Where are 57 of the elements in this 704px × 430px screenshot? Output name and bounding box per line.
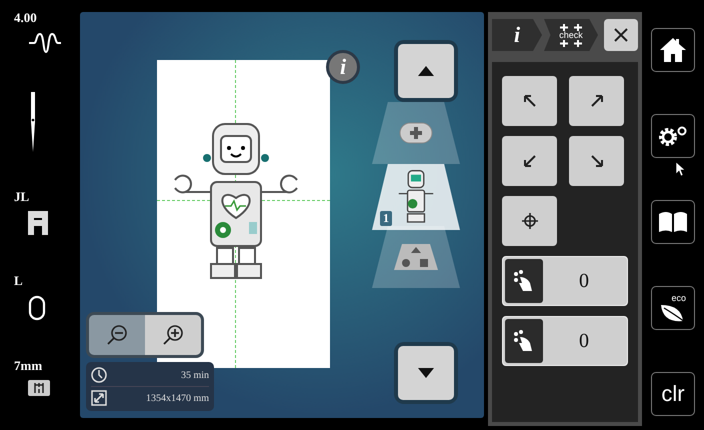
setting-value: 4.00 xyxy=(14,10,37,26)
layer-tab[interactable]: 1 xyxy=(372,164,460,230)
move-button[interactable] xyxy=(502,136,557,186)
setting-value: L xyxy=(14,272,23,288)
layer-number: 1 xyxy=(380,211,392,226)
crosshair-icon xyxy=(520,212,538,230)
check-tab[interactable]: check xyxy=(544,19,598,51)
value-field[interactable]: 0 xyxy=(502,316,628,366)
design-size: 1354x1470 mm xyxy=(146,392,209,404)
zoom-out-icon xyxy=(106,324,128,346)
presser-foot-icon[interactable] xyxy=(28,211,48,235)
leaf-icon xyxy=(660,302,686,322)
value-field[interactable]: 0 xyxy=(502,256,628,306)
down-triangle-icon xyxy=(418,368,434,378)
thread-tension-icon[interactable] xyxy=(28,32,62,54)
setting-value: 7mm xyxy=(14,358,42,374)
scroll-up-button[interactable] xyxy=(398,44,454,98)
close-button[interactable] xyxy=(604,19,638,51)
book-button[interactable] xyxy=(651,200,695,244)
move-button[interactable] xyxy=(569,76,624,126)
eco-button[interactable]: eco xyxy=(651,286,695,330)
shapes-icon xyxy=(394,244,438,270)
add-icon xyxy=(399,122,433,144)
crosshair-icon xyxy=(560,24,582,30)
home-icon xyxy=(659,37,687,63)
zoom-out-button[interactable] xyxy=(89,315,145,355)
arrow-icon xyxy=(590,94,604,108)
clear-button[interactable]: clr xyxy=(651,372,695,416)
scroll-down-button[interactable] xyxy=(398,346,454,400)
resize-icon xyxy=(91,390,107,406)
embroidery-area[interactable] xyxy=(157,60,330,368)
mouse-cursor-icon xyxy=(676,162,686,176)
up-triangle-icon xyxy=(418,66,434,76)
arrow-icon xyxy=(590,154,604,168)
arrow-icon xyxy=(522,154,536,168)
arrow-icon xyxy=(522,94,536,108)
center-button[interactable] xyxy=(502,196,557,246)
clock-icon xyxy=(91,367,107,383)
eco-label: eco xyxy=(671,294,686,302)
info-tab[interactable]: i xyxy=(492,19,542,51)
settings-button[interactable] xyxy=(651,114,695,158)
setting-value: JL xyxy=(14,189,30,205)
move-button[interactable] xyxy=(502,76,557,126)
move-button[interactable] xyxy=(569,136,624,186)
settings-icon xyxy=(657,125,689,147)
hoop-icon[interactable] xyxy=(28,294,46,320)
stitch-time: 35 min xyxy=(180,370,209,380)
book-icon xyxy=(658,211,688,233)
clear-label: clr xyxy=(661,381,685,407)
close-icon xyxy=(614,28,628,42)
zoom-in-icon xyxy=(162,324,184,346)
info-button[interactable]: i xyxy=(326,50,360,84)
home-button[interactable] xyxy=(651,28,695,72)
needle-icon[interactable] xyxy=(28,92,38,152)
zoom-in-button[interactable] xyxy=(145,315,201,355)
stitch-plate-icon[interactable] xyxy=(28,380,50,396)
crosshair-icon xyxy=(560,40,582,46)
